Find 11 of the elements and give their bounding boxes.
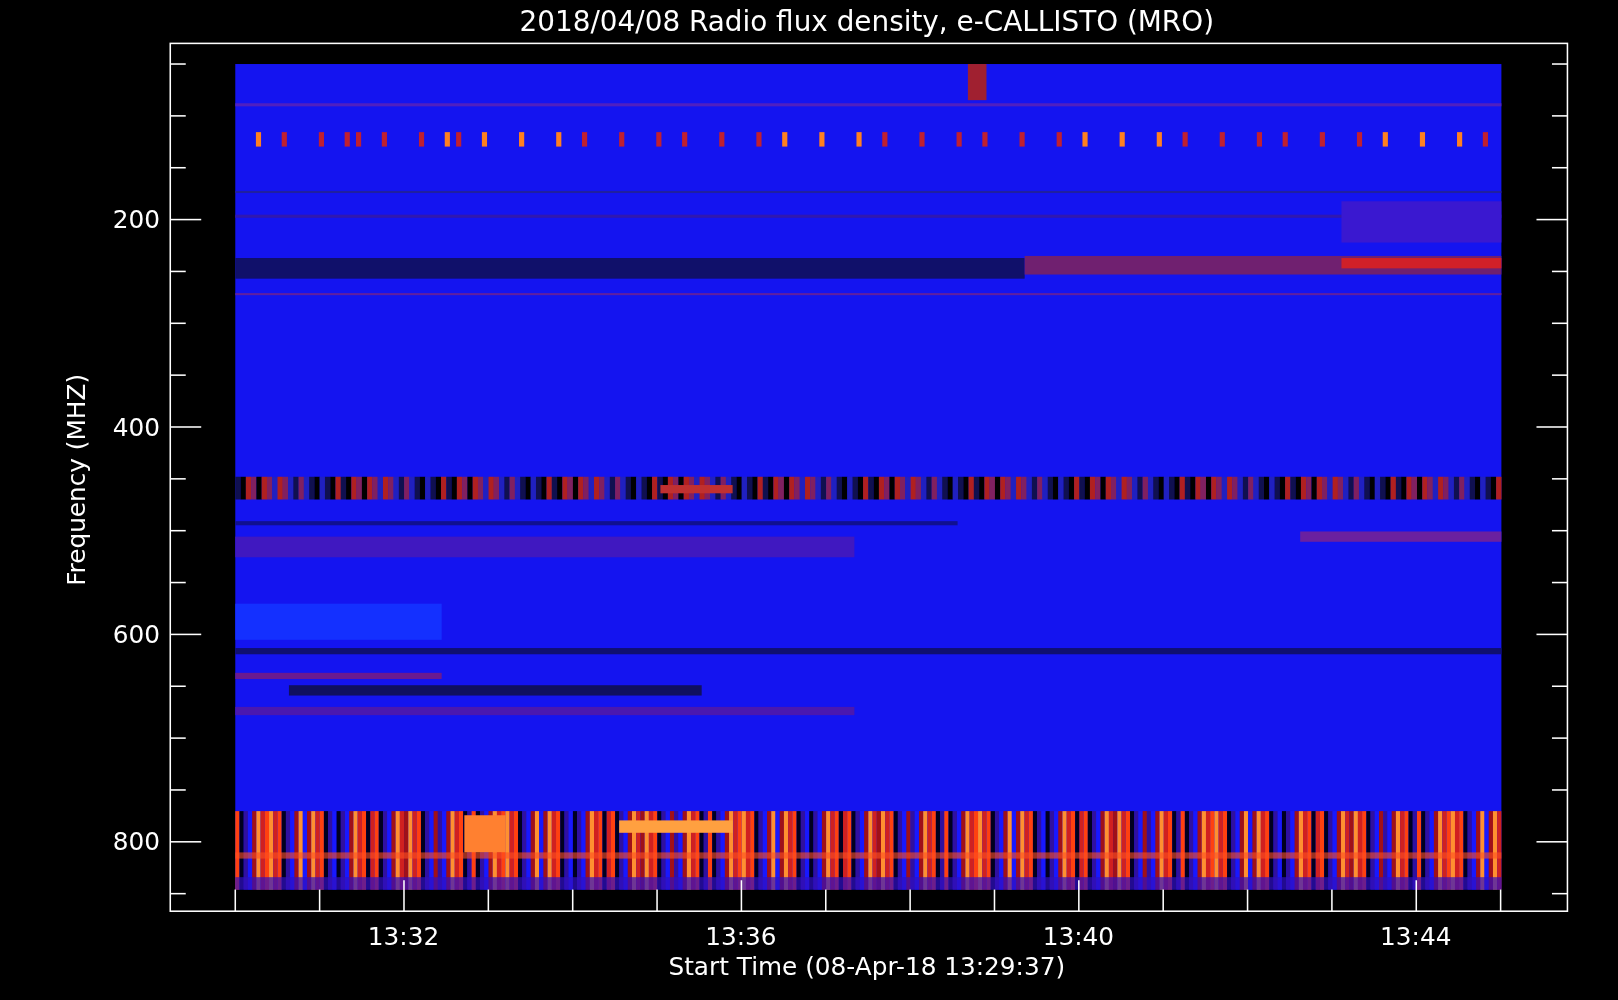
x-axis-label: Start Time (08-Apr-18 13:29:37) bbox=[668, 952, 1066, 982]
y-tick-label: 200 bbox=[112, 205, 160, 235]
x-tick-label: 13:36 bbox=[705, 922, 777, 952]
y-axis-label: Frequency (MHZ) bbox=[61, 373, 91, 586]
x-tick-label: 13:32 bbox=[367, 922, 440, 952]
chart-title: 2018/04/08 Radio flux density, e-CALLISTO (MRO) bbox=[519, 5, 1215, 38]
y-tick-label: 400 bbox=[112, 412, 160, 442]
y-tick-label: 600 bbox=[112, 619, 160, 649]
y-tick-label: 800 bbox=[112, 827, 160, 857]
x-tick-label: 13:44 bbox=[1380, 922, 1452, 952]
x-tick-label: 13:40 bbox=[1042, 922, 1114, 952]
